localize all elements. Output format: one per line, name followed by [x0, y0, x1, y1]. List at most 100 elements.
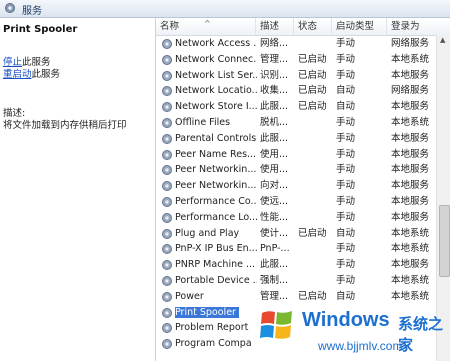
- status-cell: [298, 241, 332, 257]
- service-row[interactable]: Peer Networkin... 向对... 手动 本地服务: [156, 178, 436, 194]
- service-name-text: Portable Device ...: [175, 275, 257, 286]
- title-bar: 服务: [0, 0, 450, 18]
- service-row[interactable]: Power 管理... 已启动 自动 本地系统: [156, 289, 436, 305]
- startup-type-cell: 手动: [336, 132, 356, 144]
- service-row[interactable]: Parental Controls 此服... 手动 本地服务: [156, 131, 436, 147]
- services-gear-icon: [5, 3, 15, 13]
- description-cell: 脱机...: [260, 117, 289, 128]
- selected-service-name: Print Spooler: [3, 24, 78, 35]
- service-name-text: PNRP Machine ...: [175, 259, 256, 271]
- service-gear-icon: [162, 212, 172, 223]
- service-gear-icon: [162, 260, 172, 271]
- description-cell: 强制...: [260, 275, 289, 286]
- description-text: 将文件加载到内存供稍后打印: [3, 120, 127, 131]
- status-cell: 已启动: [298, 101, 327, 113]
- service-row[interactable]: Peer Name Res... 使用... 手动 本地服务: [156, 147, 436, 163]
- restart-service-link[interactable]: 重启动: [3, 69, 32, 80]
- service-name-text: Problem Report: [175, 322, 249, 334]
- status-cell: [298, 162, 332, 178]
- watermark-url: www.bjjmlv.com: [318, 339, 403, 353]
- service-name-text: Network List Ser...: [175, 69, 257, 81]
- service-gear-icon: [162, 70, 172, 81]
- status-cell: 已启动: [298, 290, 327, 302]
- service-name-cell: Problem Report: [175, 320, 257, 336]
- service-row[interactable]: Offline Files 脱机... 手动 本地系统: [156, 115, 436, 131]
- service-row[interactable]: Network Connec... 管理... 已启动 手动 本地系统: [156, 52, 436, 68]
- service-name-cell: Peer Name Res...: [175, 147, 257, 163]
- column-header-name-label: 名称: [160, 21, 180, 32]
- startup-type-cell: 手动: [336, 243, 356, 255]
- service-row[interactable]: PNRP Machine ... 此服... 手动 本地服务: [156, 257, 436, 273]
- status-cell: [298, 36, 332, 52]
- service-row[interactable]: Network Access ... 网络... 手动 网络服务: [156, 36, 436, 52]
- description-cell: 使用...: [260, 148, 289, 160]
- status-cell: 已启动: [298, 53, 327, 65]
- startup-type-cell: 手动: [336, 259, 356, 271]
- window-title: 服务: [22, 6, 42, 17]
- service-name-text: Network Locatio...: [175, 85, 257, 97]
- column-header-bar: ^ 名称 描述 状态 启动类型 登录为: [156, 18, 450, 36]
- status-cell: [298, 210, 332, 226]
- service-gear-icon: [162, 197, 172, 207]
- status-cell: [298, 194, 332, 210]
- service-gear-icon: [162, 339, 172, 350]
- service-row[interactable]: Portable Device ... 强制... 手动 本地系统: [156, 273, 436, 289]
- service-name-cell: Performance Lo...: [175, 210, 257, 226]
- startup-type-cell: 自动: [336, 85, 356, 97]
- description-cell: 此服...: [260, 132, 289, 144]
- service-row[interactable]: Network List Ser... 识别... 已启动 手动 本地服务: [156, 68, 436, 84]
- column-header-logon-as[interactable]: 登录为: [387, 18, 450, 35]
- service-name-cell: Power: [175, 289, 257, 305]
- service-row[interactable]: PnP-X IP Bus En... PnP-... 手动 本地系统: [156, 241, 436, 257]
- service-name-text: Power: [175, 290, 204, 302]
- status-cell: [298, 273, 332, 289]
- status-cell: [298, 178, 332, 194]
- service-gear-icon: [162, 165, 172, 176]
- description-cell: PnP-...: [260, 243, 290, 255]
- service-gear-icon: [162, 307, 172, 318]
- description-cell: 使远...: [260, 196, 289, 207]
- service-row[interactable]: Performance Lo... 性能... 手动 本地服务: [156, 210, 436, 226]
- windows-logo-icon: [260, 311, 292, 339]
- column-header-name[interactable]: ^ 名称: [156, 18, 256, 35]
- column-header-logon-as-label: 登录为: [391, 21, 420, 32]
- service-name-text: PnP-X IP Bus En...: [175, 243, 257, 255]
- scroll-up-icon[interactable]: ▲: [440, 36, 445, 44]
- service-gear-icon: [162, 54, 172, 65]
- startup-type-cell: 手动: [336, 38, 356, 49]
- status-cell: 已启动: [298, 85, 327, 97]
- description-cell: 此服...: [260, 101, 289, 113]
- service-name-cell: Network Locatio...: [175, 83, 257, 99]
- service-name-cell: Offline Files: [175, 115, 257, 131]
- status-cell: [298, 115, 332, 131]
- service-gear-icon: [162, 228, 172, 239]
- service-name-cell: PnP-X IP Bus En...: [175, 241, 257, 257]
- service-row[interactable]: Network Locatio... 收集... 已启动 自动 网络服务: [156, 83, 436, 99]
- column-header-description[interactable]: 描述: [256, 18, 294, 35]
- service-gear-icon: [162, 133, 172, 144]
- startup-type-cell: 手动: [336, 148, 356, 160]
- startup-type-cell: 手动: [336, 196, 356, 207]
- description-cell: 网络...: [260, 38, 289, 49]
- column-header-startup-type[interactable]: 启动类型: [332, 18, 387, 35]
- startup-type-cell: 手动: [336, 53, 356, 65]
- service-row[interactable]: Network Store I... 此服... 已启动 自动 本地服务: [156, 99, 436, 115]
- description-cell: 此服...: [260, 259, 289, 271]
- startup-type-cell: 手动: [336, 211, 356, 223]
- startup-type-cell: 手动: [336, 180, 356, 192]
- service-gear-icon: [162, 149, 172, 160]
- description-cell: 管理...: [260, 290, 289, 302]
- service-name-text: Offline Files: [175, 117, 231, 128]
- status-cell: [298, 257, 332, 273]
- service-name-text: Performance Co...: [175, 196, 257, 207]
- service-row[interactable]: Peer Networkin... 使用... 手动 本地服务: [156, 162, 436, 178]
- scrollbar-thumb[interactable]: [439, 205, 450, 277]
- service-name-cell: Network List Ser...: [175, 68, 257, 84]
- column-header-status[interactable]: 状态: [294, 18, 332, 35]
- startup-type-cell: 手动: [336, 69, 356, 81]
- startup-type-cell: 手动: [336, 117, 356, 128]
- description-cell: 收集...: [260, 85, 289, 97]
- service-row[interactable]: Performance Co... 使远... 手动 本地服务: [156, 194, 436, 210]
- service-row[interactable]: Plug and Play 使计... 已启动 自动 本地系统: [156, 226, 436, 242]
- service-name-cell: Peer Networkin...: [175, 178, 257, 194]
